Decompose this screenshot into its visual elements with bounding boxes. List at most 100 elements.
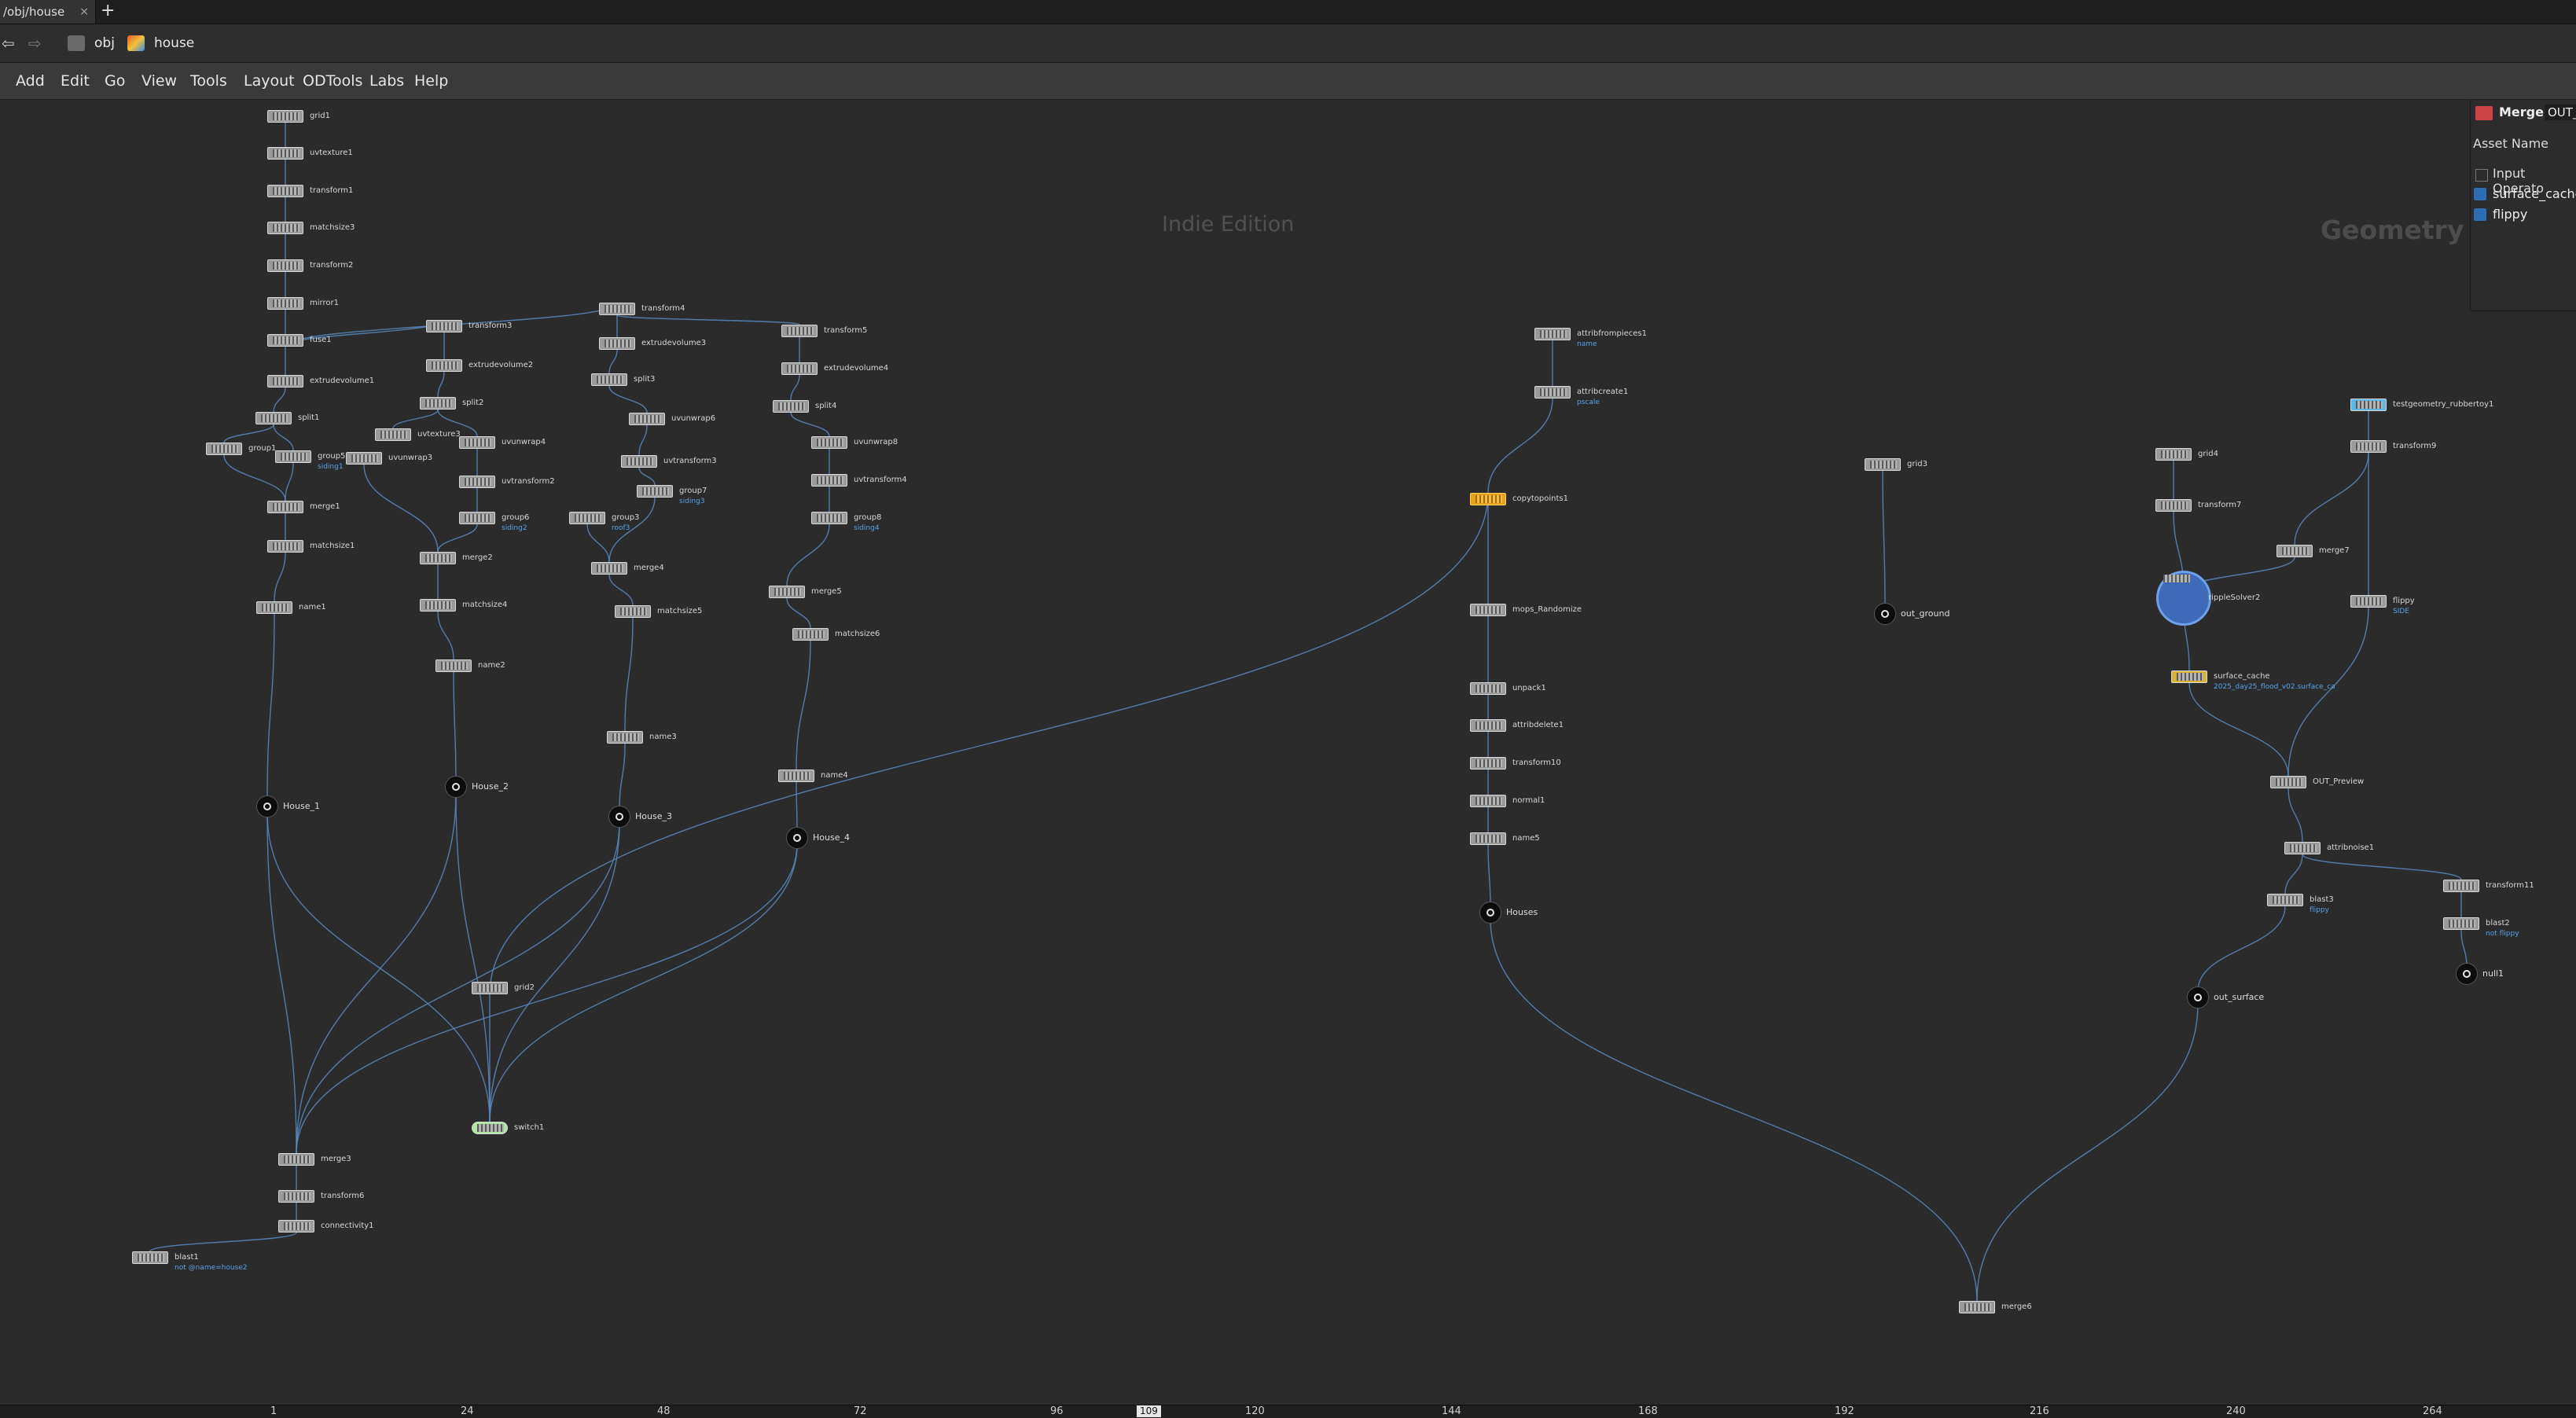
node-body[interactable] bbox=[1534, 386, 1571, 399]
node-body[interactable] bbox=[420, 552, 456, 564]
menu-add[interactable]: Add bbox=[16, 63, 45, 99]
breadcrumb-obj[interactable]: obj bbox=[58, 31, 115, 56]
node-body[interactable] bbox=[599, 337, 635, 350]
null-icon[interactable] bbox=[445, 776, 467, 798]
checkbox-icon[interactable] bbox=[2474, 208, 2486, 221]
null-icon[interactable] bbox=[256, 795, 278, 817]
node-body[interactable] bbox=[621, 455, 657, 468]
close-icon[interactable]: × bbox=[79, 0, 89, 24]
menu-help[interactable]: Help bbox=[414, 63, 448, 99]
node-body[interactable] bbox=[792, 628, 829, 641]
node-body[interactable] bbox=[435, 659, 472, 672]
menu-edit[interactable]: Edit bbox=[61, 63, 90, 99]
add-tab-icon[interactable]: + bbox=[101, 0, 115, 24]
back-arrow-icon[interactable]: ⇦ bbox=[2, 34, 15, 53]
node-body[interactable] bbox=[2443, 880, 2479, 892]
node-body[interactable] bbox=[267, 110, 303, 123]
node-body[interactable] bbox=[1470, 682, 1506, 695]
node-body[interactable] bbox=[2267, 894, 2303, 906]
menu-tools[interactable]: Tools bbox=[190, 63, 227, 99]
node-body[interactable] bbox=[2171, 670, 2207, 683]
timeline[interactable]: 1 24 48 72 96 120 144 168 192 216 240 264 109 bbox=[0, 1405, 2576, 1418]
node-name-field[interactable]: OUT_ bbox=[2545, 105, 2576, 120]
tab-obj-house[interactable]: /obj/house × bbox=[0, 0, 96, 24]
node-body[interactable] bbox=[255, 412, 292, 424]
node-body[interactable] bbox=[781, 325, 818, 337]
node-body[interactable] bbox=[426, 320, 462, 332]
menu-labs[interactable]: Labs bbox=[369, 63, 404, 99]
node-body[interactable] bbox=[2270, 776, 2306, 788]
node-body[interactable] bbox=[267, 540, 303, 553]
node-body[interactable] bbox=[781, 362, 818, 375]
node-body[interactable] bbox=[472, 1122, 508, 1134]
node-body[interactable] bbox=[811, 512, 847, 524]
node-body[interactable] bbox=[591, 562, 627, 575]
node-body[interactable] bbox=[2350, 440, 2387, 453]
menu-odtools[interactable]: ODTools bbox=[303, 63, 362, 99]
node-body[interactable] bbox=[132, 1251, 168, 1264]
node-body[interactable] bbox=[569, 512, 605, 524]
null-icon[interactable] bbox=[2456, 963, 2478, 985]
node-body[interactable] bbox=[2350, 595, 2387, 608]
node-body[interactable] bbox=[267, 297, 303, 310]
node-body[interactable] bbox=[778, 770, 814, 782]
current-frame-marker[interactable]: 109 bbox=[1137, 1405, 1161, 1417]
node-body[interactable] bbox=[275, 450, 311, 463]
node-body[interactable] bbox=[267, 375, 303, 388]
network-editor[interactable]: Indie Edition Geometry grid1 uvtexture1 tr… bbox=[0, 100, 2576, 1405]
node-body[interactable] bbox=[459, 512, 495, 524]
node-body[interactable] bbox=[2155, 448, 2192, 461]
node-body[interactable] bbox=[2277, 545, 2313, 557]
null-icon[interactable] bbox=[786, 827, 808, 849]
node-body[interactable] bbox=[1470, 795, 1506, 807]
node-body[interactable] bbox=[426, 359, 462, 372]
null-icon[interactable] bbox=[2187, 986, 2209, 1008]
node-body[interactable] bbox=[2350, 399, 2387, 411]
input-row[interactable]: flippy bbox=[2474, 207, 2527, 222]
select-all-checkbox[interactable] bbox=[2475, 169, 2488, 182]
node-body[interactable] bbox=[1959, 1301, 1995, 1313]
node-body[interactable] bbox=[278, 1153, 314, 1166]
node-body[interactable] bbox=[1470, 604, 1506, 616]
menu-view[interactable]: View bbox=[141, 63, 177, 99]
node-body[interactable] bbox=[615, 605, 651, 618]
checkbox-icon[interactable] bbox=[2474, 188, 2486, 200]
node-body[interactable] bbox=[773, 400, 809, 413]
node-body[interactable] bbox=[278, 1190, 314, 1203]
node-body[interactable] bbox=[1865, 458, 1901, 471]
menu-go[interactable]: Go bbox=[105, 63, 125, 99]
input-row[interactable]: surface_cache bbox=[2474, 186, 2576, 201]
node-body[interactable] bbox=[346, 452, 382, 465]
null-icon[interactable] bbox=[1874, 603, 1896, 625]
node-body[interactable] bbox=[420, 599, 456, 612]
node-body[interactable] bbox=[811, 436, 847, 449]
forward-arrow-icon[interactable]: ⇨ bbox=[28, 34, 42, 53]
node-body[interactable] bbox=[637, 485, 673, 498]
node-body[interactable] bbox=[629, 413, 665, 425]
node-body[interactable] bbox=[1470, 493, 1506, 505]
node-body[interactable] bbox=[267, 185, 303, 197]
node-body[interactable] bbox=[607, 731, 643, 744]
breadcrumb-house[interactable]: house bbox=[118, 31, 194, 56]
node-body[interactable] bbox=[420, 397, 456, 410]
node-body[interactable] bbox=[206, 443, 242, 455]
node-body[interactable] bbox=[267, 147, 303, 160]
node-body[interactable] bbox=[2284, 842, 2321, 854]
node-body[interactable] bbox=[267, 259, 303, 272]
node-body[interactable] bbox=[459, 476, 495, 488]
node-body[interactable] bbox=[472, 982, 508, 994]
node-body[interactable] bbox=[591, 373, 627, 386]
null-icon[interactable] bbox=[1479, 902, 1501, 924]
node-body[interactable] bbox=[267, 222, 303, 234]
node-body[interactable] bbox=[811, 474, 847, 487]
node-body[interactable] bbox=[375, 428, 411, 441]
node-body[interactable] bbox=[256, 601, 292, 614]
node-body[interactable] bbox=[2156, 571, 2211, 626]
null-icon[interactable] bbox=[608, 806, 630, 828]
node-body[interactable] bbox=[267, 501, 303, 513]
menu-layout[interactable]: Layout bbox=[244, 63, 295, 99]
node-body[interactable] bbox=[459, 436, 495, 449]
node-body[interactable] bbox=[1470, 757, 1506, 770]
node-body[interactable] bbox=[2443, 917, 2479, 930]
node-body[interactable] bbox=[599, 303, 635, 315]
